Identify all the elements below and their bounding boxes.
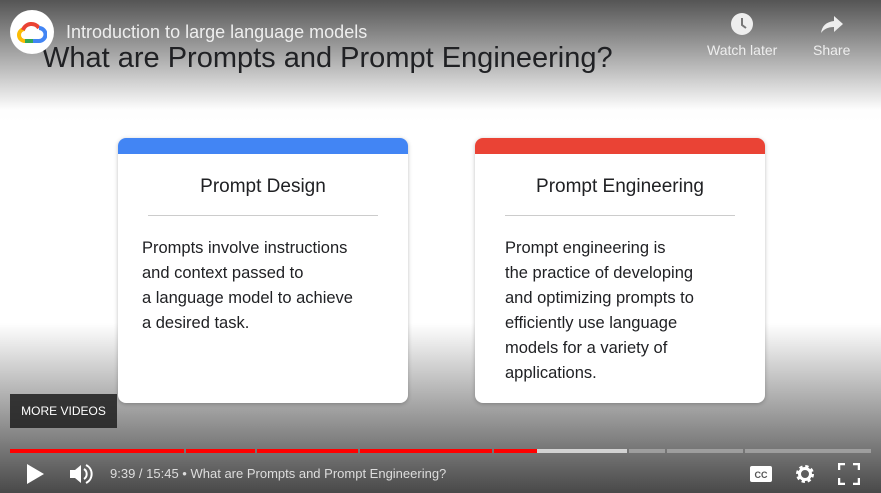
slide-title: What are Prompts and Prompt Engineering? xyxy=(42,42,613,74)
chapter-segment[interactable] xyxy=(10,449,184,453)
played-fill xyxy=(360,449,492,453)
watch-later-label: Watch later xyxy=(707,42,778,58)
card-prompt-design: Prompt Design Prompts involve instructio… xyxy=(118,138,408,403)
line: and optimizing prompts to xyxy=(505,289,694,307)
line: applications. xyxy=(505,364,597,382)
share-button[interactable]: Share xyxy=(813,12,850,58)
share-label: Share xyxy=(813,42,851,58)
line: the practice of developing xyxy=(505,264,694,282)
line: models for a variety of xyxy=(505,339,668,357)
captions-button[interactable]: CC xyxy=(749,461,773,487)
svg-text:CC: CC xyxy=(755,470,768,480)
mute-button[interactable] xyxy=(68,461,96,487)
volume-icon xyxy=(70,464,93,484)
card-heading: Prompt Design xyxy=(200,176,326,197)
divider xyxy=(148,215,378,216)
chapter-segment[interactable] xyxy=(629,449,665,453)
play-button[interactable] xyxy=(24,461,46,487)
played-fill xyxy=(186,449,255,453)
separator: • xyxy=(182,466,187,481)
progress-bar[interactable] xyxy=(10,449,871,453)
gear-icon xyxy=(796,465,814,483)
card-heading: Prompt Engineering xyxy=(536,176,704,197)
watch-later-button[interactable]: Watch later xyxy=(707,12,777,58)
fullscreen-button[interactable] xyxy=(838,461,860,487)
time-chapter: 9:39 / 15:45 • What are Prompts and Prom… xyxy=(110,466,446,481)
chapter-segment[interactable] xyxy=(257,449,358,453)
played-fill xyxy=(10,449,184,453)
card-color-bar xyxy=(475,138,765,154)
line: Prompt engineering is xyxy=(505,239,666,257)
line: Prompts involve instructions xyxy=(142,239,348,257)
play-icon xyxy=(27,464,44,484)
card-body: Prompt engineering is the practice of dev… xyxy=(505,236,755,386)
share-arrow-icon xyxy=(820,16,843,33)
chapter-segment[interactable] xyxy=(186,449,255,453)
played-fill xyxy=(257,449,358,453)
clock-icon xyxy=(731,13,754,35)
line: efficiently use language xyxy=(505,314,678,332)
chapter-segment[interactable] xyxy=(745,449,871,453)
card-prompt-engineering: Prompt Engineering Prompt engineering is… xyxy=(475,138,765,403)
cc-icon: CC xyxy=(750,466,772,482)
chapter-title[interactable]: What are Prompts and Prompt Engineering? xyxy=(190,466,446,481)
video-title[interactable]: Introduction to large language models xyxy=(66,22,367,43)
card-color-bar xyxy=(118,138,408,154)
chapter-segment[interactable] xyxy=(494,449,627,453)
card-body: Prompts involve instructions and context … xyxy=(142,236,392,336)
played-fill xyxy=(494,449,537,453)
divider xyxy=(505,215,735,216)
line: and context passed to xyxy=(142,264,304,282)
chapter-segment[interactable] xyxy=(360,449,492,453)
chapter-segment[interactable] xyxy=(667,449,743,453)
line: a desired task. xyxy=(142,314,250,332)
line: a language model to achieve xyxy=(142,289,353,307)
fullscreen-icon xyxy=(838,463,860,485)
settings-button[interactable] xyxy=(794,461,816,487)
video-frame[interactable]: What are Prompts and Prompt Engineering?… xyxy=(0,0,881,493)
google-cloud-logo[interactable] xyxy=(10,10,54,54)
time-display: 9:39 / 15:45 xyxy=(110,466,179,481)
more-videos-button[interactable]: MORE VIDEOS xyxy=(10,394,117,428)
